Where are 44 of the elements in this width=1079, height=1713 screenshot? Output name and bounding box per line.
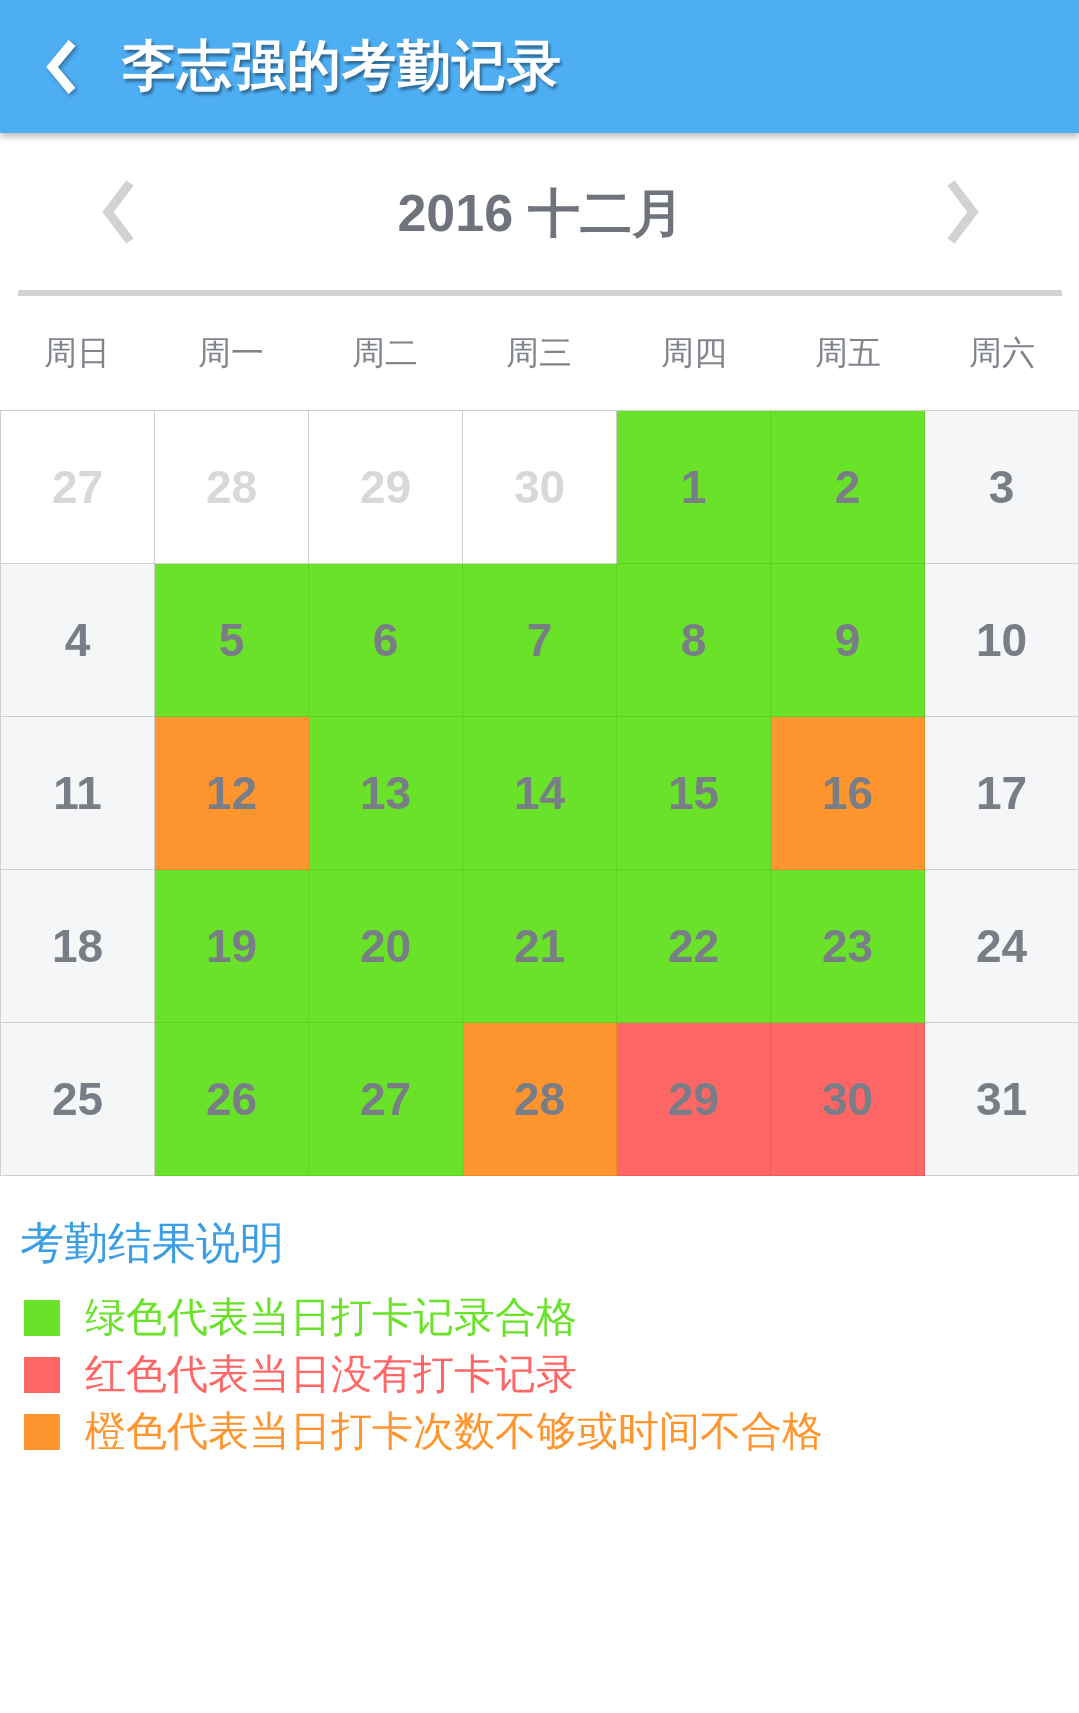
day-cell[interactable]: 9 [771, 564, 925, 717]
day-cell[interactable]: 12 [155, 717, 309, 870]
weekday-label: 周日 [44, 331, 111, 374]
day-cell[interactable]: 3 [925, 411, 1079, 564]
day-cell[interactable]: 31 [925, 1023, 1079, 1176]
day-cell[interactable]: 1 [617, 411, 771, 564]
weekday-label: 周四 [660, 331, 727, 374]
day-cell[interactable]: 27 [309, 1023, 463, 1176]
weekday-label: 周五 [814, 331, 881, 374]
day-cell[interactable]: 24 [925, 870, 1079, 1023]
day-cell[interactable]: 14 [463, 717, 617, 870]
day-cell[interactable]: 6 [309, 564, 463, 717]
day-cell[interactable]: 8 [617, 564, 771, 717]
day-cell[interactable]: 4 [1, 564, 155, 717]
day-cell[interactable]: 18 [1, 870, 155, 1023]
legend-text: 橙色代表当日打卡次数不够或时间不合格 [85, 1406, 823, 1457]
day-cell[interactable]: 16 [771, 717, 925, 870]
month-title: 2016 十二月 [397, 182, 684, 244]
day-cell[interactable]: 7 [463, 564, 617, 717]
day-cell[interactable]: 23 [771, 870, 925, 1023]
day-cell[interactable]: 19 [155, 870, 309, 1023]
day-cell[interactable]: 28 [463, 1023, 617, 1176]
weekday-label: 周二 [352, 331, 419, 374]
legend-text: 绿色代表当日打卡记录合格 [85, 1292, 577, 1343]
day-cell[interactable]: 10 [925, 564, 1079, 717]
day-cell[interactable]: 15 [617, 717, 771, 870]
day-cell[interactable]: 17 [925, 717, 1079, 870]
weekday-label: 周一 [198, 331, 265, 374]
legend-text: 红色代表当日没有打卡记录 [85, 1349, 577, 1400]
page-title: 李志强的考勤记录 [122, 34, 562, 97]
day-cell[interactable]: 30 [771, 1023, 925, 1176]
day-cell[interactable]: 29 [617, 1023, 771, 1176]
day-cell[interactable]: 13 [309, 717, 463, 870]
day-cell[interactable]: 11 [1, 717, 155, 870]
weekday-label: 周六 [968, 331, 1035, 374]
weekday-label: 周三 [506, 331, 573, 374]
day-cell[interactable]: 25 [1, 1023, 155, 1176]
day-cell[interactable]: 21 [463, 870, 617, 1023]
day-cell[interactable]: 2 [771, 411, 925, 564]
day-cell[interactable]: 20 [309, 870, 463, 1023]
day-cell[interactable]: 26 [155, 1023, 309, 1176]
day-cell[interactable]: 5 [155, 564, 309, 717]
legend-title: 考勤结果说明 [20, 1216, 285, 1270]
day-cell[interactable]: 22 [617, 870, 771, 1023]
